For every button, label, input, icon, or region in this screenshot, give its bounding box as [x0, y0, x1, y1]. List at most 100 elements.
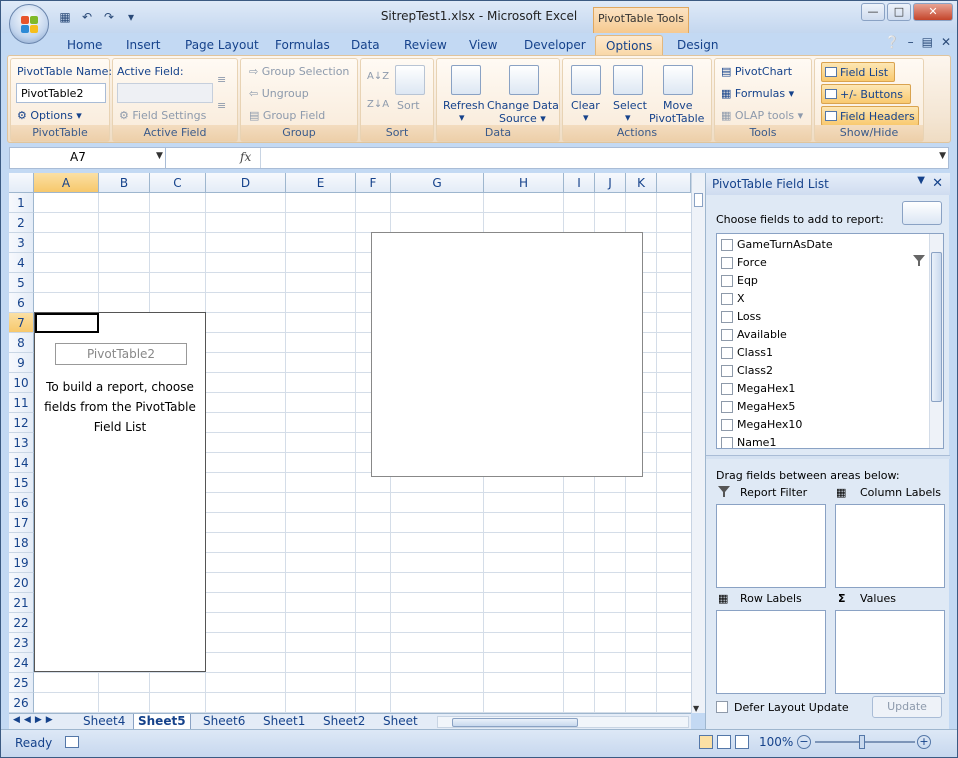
column-header[interactable]: I [564, 173, 595, 193]
row-header[interactable]: 16 [9, 493, 34, 513]
column-header[interactable]: K [626, 173, 657, 193]
sort-az-icon[interactable]: A↓Z [367, 71, 389, 82]
tab-data[interactable]: Data [351, 35, 380, 55]
field-item[interactable]: MegaHex10 [721, 416, 917, 434]
defer-checkbox-box[interactable] [716, 701, 728, 713]
ungroup-button[interactable]: ⇦ Ungroup [249, 87, 309, 100]
sheet-tab-sheet2[interactable]: Sheet2 [319, 714, 369, 730]
field-list-toggle[interactable]: Field List [821, 62, 895, 82]
normal-view-icon[interactable] [699, 735, 713, 749]
pane-options-icon[interactable]: ▼ [917, 175, 925, 186]
column-header[interactable]: G [391, 173, 484, 193]
page-break-view-icon[interactable] [735, 735, 749, 749]
field-item[interactable]: Eqp [721, 272, 917, 290]
values-area[interactable] [835, 610, 945, 694]
vertical-scrollbar[interactable]: ▼ [691, 173, 705, 713]
horizontal-scroll-thumb[interactable] [452, 718, 578, 727]
tab-developer[interactable]: Developer [524, 35, 586, 55]
minimize-button[interactable]: — [861, 3, 885, 21]
redo-icon[interactable]: ↷ [101, 9, 117, 25]
row-header[interactable]: 21 [9, 593, 34, 613]
move-label[interactable]: Move [663, 99, 693, 112]
row-header[interactable]: 10 [9, 373, 34, 393]
row-header[interactable]: 1 [9, 193, 34, 213]
row-labels-area[interactable] [716, 610, 826, 694]
field-item[interactable]: Name1 [721, 434, 917, 448]
horizontal-scrollbar[interactable] [437, 716, 689, 728]
help-icon[interactable]: ❔ [885, 35, 900, 49]
customize-qat-icon[interactable]: ▾ [123, 9, 139, 25]
row-header[interactable]: 19 [9, 553, 34, 573]
tab-home[interactable]: Home [67, 35, 102, 55]
row-header[interactable]: 14 [9, 453, 34, 473]
column-header[interactable]: D [206, 173, 286, 193]
row-header[interactable]: 18 [9, 533, 34, 553]
row-header[interactable]: 6 [9, 293, 34, 313]
row-header[interactable]: 4 [9, 253, 34, 273]
row-header[interactable]: 2 [9, 213, 34, 233]
field-checkbox[interactable] [721, 329, 733, 341]
column-header[interactable]: F [356, 173, 391, 193]
move-pivottable-label[interactable]: PivotTable [649, 112, 704, 125]
macro-record-icon[interactable] [65, 736, 79, 748]
zoom-in-icon[interactable]: + [917, 735, 931, 749]
field-checkbox[interactable] [721, 401, 733, 413]
sheet-tab-sheet-partial[interactable]: Sheet [379, 714, 422, 730]
active-field-input[interactable] [117, 83, 213, 103]
row-header[interactable]: 17 [9, 513, 34, 533]
field-item[interactable]: Available [721, 326, 917, 344]
clear-dropdown-icon[interactable]: ▾ [583, 111, 589, 124]
row-header[interactable]: 15 [9, 473, 34, 493]
field-item[interactable]: X [721, 290, 917, 308]
report-filter-area[interactable] [716, 504, 826, 588]
name-box[interactable]: A7 [10, 148, 166, 168]
tab-insert[interactable]: Insert [126, 35, 160, 55]
row-header[interactable]: 22 [9, 613, 34, 633]
select-icon[interactable] [613, 65, 643, 95]
field-checkbox[interactable] [721, 275, 733, 287]
field-item[interactable]: Class1 [721, 344, 917, 362]
field-list-scroll-thumb[interactable] [931, 252, 942, 402]
save-icon[interactable]: ▦ [57, 9, 73, 25]
group-field-button[interactable]: ▤ Group Field [249, 109, 325, 122]
column-header[interactable]: E [286, 173, 356, 193]
update-button[interactable]: Update [872, 696, 942, 718]
row-header[interactable]: 7 [9, 313, 34, 333]
field-item[interactable]: MegaHex1 [721, 380, 917, 398]
field-headers-toggle[interactable]: Field Headers [821, 106, 919, 126]
column-header[interactable]: H [484, 173, 564, 193]
field-checkbox[interactable] [721, 383, 733, 395]
field-item[interactable]: GameTurnAsDate [721, 236, 917, 254]
field-checkbox[interactable] [721, 257, 733, 269]
tab-review[interactable]: Review [404, 35, 447, 55]
page-layout-view-icon[interactable] [717, 735, 731, 749]
column-header[interactable]: A [34, 173, 99, 193]
column-header[interactable]: B [99, 173, 150, 193]
maximize-button[interactable]: □ [887, 3, 911, 21]
workbook-close-icon[interactable]: ✕ [941, 35, 951, 49]
field-checkbox[interactable] [721, 365, 733, 377]
row-header[interactable]: 25 [9, 673, 34, 693]
sheet-nav-arrows-icon[interactable]: ◀◀▶▶ [13, 715, 57, 725]
pivottable-name-input[interactable]: PivotTable2 [16, 83, 106, 103]
group-selection-button[interactable]: ⇨ Group Selection [249, 65, 349, 78]
row-header[interactable]: 23 [9, 633, 34, 653]
pane-close-icon[interactable]: ✕ [932, 176, 943, 191]
pivotchart-button[interactable]: ▤ PivotChart [721, 65, 792, 78]
field-checkbox[interactable] [721, 437, 733, 448]
row-header[interactable]: 11 [9, 393, 34, 413]
row-header[interactable]: 5 [9, 273, 34, 293]
scroll-down-icon[interactable]: ▼ [693, 704, 699, 713]
tab-options[interactable]: Options [595, 35, 664, 55]
options-button[interactable]: ⚙ Options ▾ [17, 109, 82, 122]
workbook-restore-icon[interactable]: ▤ [922, 35, 933, 49]
zoom-out-icon[interactable]: − [797, 735, 811, 749]
field-settings-button[interactable]: ⚙ Field Settings [119, 109, 206, 122]
clear-icon[interactable] [571, 65, 601, 95]
zoom-level[interactable]: 100% [759, 735, 793, 749]
expand-field-icon[interactable]: ≡ [217, 73, 226, 86]
field-checkbox[interactable] [721, 293, 733, 305]
field-checkbox[interactable] [721, 311, 733, 323]
field-item[interactable]: MegaHex5 [721, 398, 917, 416]
row-header[interactable]: 26 [9, 693, 34, 713]
